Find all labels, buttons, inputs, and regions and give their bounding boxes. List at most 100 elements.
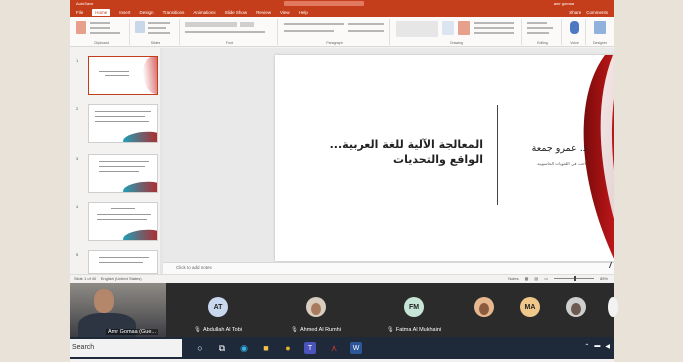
- volume-icon[interactable]: ◀: [605, 343, 610, 350]
- file-explorer-icon[interactable]: ■: [260, 342, 272, 354]
- title-search-box[interactable]: [284, 1, 364, 6]
- tab-view[interactable]: View: [280, 10, 290, 15]
- slide-thumbnail-4[interactable]: [88, 202, 158, 241]
- word-icon[interactable]: W: [350, 342, 362, 354]
- zoom-slider[interactable]: [553, 276, 594, 281]
- tab-design[interactable]: Design: [140, 10, 154, 15]
- user-name[interactable]: amr gomaa: [554, 0, 574, 7]
- align-text-button[interactable]: [348, 30, 384, 32]
- participant-name: Fatma Al Mukhaini: [395, 327, 442, 333]
- slide-thumbnail-3[interactable]: [88, 154, 158, 193]
- reset-button[interactable]: [148, 27, 166, 29]
- teams-icon[interactable]: T: [304, 342, 316, 354]
- slide-title[interactable]: المعالجة الآلية للغة العربية... الواقع و…: [323, 137, 483, 167]
- new-slide-icon[interactable]: [135, 21, 145, 33]
- dictate-microphone-icon[interactable]: [570, 21, 579, 34]
- thumb-title-line: [99, 71, 129, 73]
- cut-button[interactable]: [90, 22, 110, 24]
- slide-sorter-icon[interactable]: ▤: [534, 276, 538, 281]
- shape-effects-button[interactable]: [474, 32, 514, 34]
- tab-slide-show[interactable]: Slide Show: [225, 10, 248, 15]
- design-ideas-icon[interactable]: [594, 21, 606, 34]
- zoom-slider-thumb[interactable]: [573, 276, 576, 281]
- text-direction-button[interactable]: [348, 23, 384, 25]
- thumb-text-line: [99, 171, 139, 173]
- participant-head: [94, 289, 114, 313]
- avatar-initials: FM: [408, 303, 420, 311]
- photo-face: [571, 303, 581, 315]
- find-button[interactable]: [527, 22, 547, 24]
- replace-button[interactable]: [527, 27, 553, 29]
- slide-thumbnail-1[interactable]: [88, 56, 158, 95]
- participant-photo-avatar[interactable]: [474, 297, 494, 317]
- chrome-icon[interactable]: ●: [282, 342, 294, 354]
- windows-start-icon[interactable]: ○: [194, 342, 206, 354]
- reading-view-icon[interactable]: ▭: [544, 276, 548, 281]
- group-label-drawing: Drawing: [450, 41, 463, 45]
- thumb-text-line: [99, 262, 143, 264]
- notes-placeholder: Click to add notes: [176, 265, 212, 270]
- avatar-initials: AT: [213, 303, 223, 311]
- thumb-number: 1: [76, 58, 79, 63]
- paste-icon[interactable]: [76, 21, 86, 34]
- more-participants-avatar[interactable]: [608, 297, 618, 317]
- task-view-icon[interactable]: ⧉: [216, 342, 228, 354]
- slide-author-subtitle[interactable]: باحث في اللغويات الحاسوبية: [507, 161, 587, 166]
- share-button[interactable]: Share: [569, 10, 581, 15]
- thumb-text-line: [97, 219, 147, 221]
- align-buttons[interactable]: [284, 30, 334, 32]
- zoom-level[interactable]: 85%: [600, 276, 608, 281]
- thumb-title-line: [105, 75, 129, 77]
- slide-author-name[interactable]: د. عمرو جمعة: [507, 143, 587, 154]
- section-button[interactable]: [148, 32, 170, 34]
- tab-transitions[interactable]: Transitions: [163, 10, 185, 15]
- copy-button[interactable]: [90, 27, 110, 29]
- tab-help[interactable]: Help: [299, 10, 308, 15]
- muted-mic-icon: 🎙: [386, 327, 394, 333]
- participant-tile-2[interactable]: 🎙 Ahmed Al Rumhi: [280, 283, 352, 337]
- font-format-buttons[interactable]: [185, 31, 265, 33]
- slide-count: Slide 1 of 40: [74, 276, 97, 281]
- tab-review[interactable]: Review: [256, 10, 271, 15]
- tab-animations[interactable]: Animations: [193, 10, 215, 15]
- slide-thumbnail-2[interactable]: [88, 104, 158, 143]
- normal-view-icon[interactable]: ▦: [525, 276, 529, 281]
- arrange-icon[interactable]: [442, 21, 454, 35]
- participant-photo-avatar[interactable]: [566, 297, 586, 317]
- participant-tile-3[interactable]: FM 🎙 Fatma Al Mukhaini: [378, 283, 450, 337]
- system-tray: ⌃ ▬ ◀: [584, 343, 610, 350]
- edge-icon[interactable]: ◉: [238, 342, 250, 354]
- current-slide[interactable]: المعالجة الآلية للغة العربية... الواقع و…: [275, 55, 614, 261]
- language-indicator[interactable]: English (United States): [101, 276, 142, 281]
- layout-button[interactable]: [148, 22, 170, 24]
- shape-outline-button[interactable]: [474, 27, 514, 29]
- notes-pane[interactable]: Click to add notes: [163, 262, 614, 274]
- slide-title-line-2: الواقع والتحديات: [393, 153, 483, 166]
- list-buttons[interactable]: [284, 23, 344, 25]
- participant-tile-1[interactable]: AT 🎙 Abdullah Al Tobi: [182, 283, 254, 337]
- participant-avatar: AT: [208, 297, 228, 317]
- self-camera-tile[interactable]: Amr Gomaa (Gue...: [70, 283, 166, 337]
- comments-button[interactable]: Comments: [586, 10, 608, 15]
- shapes-gallery[interactable]: [396, 21, 438, 37]
- tab-file[interactable]: File: [76, 10, 83, 15]
- autosave-label[interactable]: AutoSave: [76, 0, 93, 7]
- shape-fill-button[interactable]: [474, 22, 514, 24]
- participant-avatar[interactable]: MA: [520, 297, 540, 317]
- notes-toggle[interactable]: Notes: [508, 276, 518, 281]
- tab-insert[interactable]: Insert: [119, 10, 130, 15]
- taskbar-search-box[interactable]: Search: [70, 339, 182, 357]
- tray-chevron-icon[interactable]: ⌃: [584, 343, 589, 350]
- slide-thumbnail-5[interactable]: [88, 250, 158, 274]
- font-size-select[interactable]: [240, 22, 254, 27]
- ribbon-group-drawing: Drawing: [392, 19, 522, 45]
- thumb-swoosh: [122, 227, 157, 240]
- font-name-select[interactable]: [185, 22, 237, 27]
- network-icon[interactable]: ▬: [594, 343, 600, 350]
- format-painter-button[interactable]: [90, 32, 120, 34]
- quick-styles-icon[interactable]: [458, 21, 470, 35]
- acrobat-icon[interactable]: ⋏: [328, 342, 340, 354]
- group-label-font: Font: [225, 41, 233, 45]
- select-button[interactable]: [527, 32, 549, 34]
- tab-home[interactable]: Home: [92, 8, 111, 16]
